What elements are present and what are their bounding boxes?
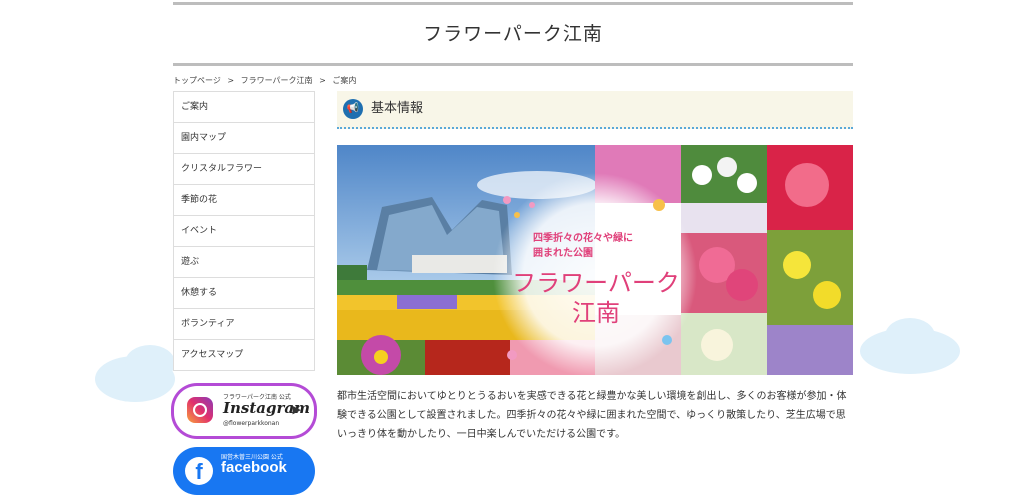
- sidebar-item-guide[interactable]: ご案内: [174, 92, 314, 123]
- sidebar-item-crystal-flower[interactable]: クリスタルフラワー: [174, 154, 314, 185]
- breadcrumb-item-current: ご案内: [332, 76, 357, 85]
- sidebar-item-events[interactable]: イベント: [174, 216, 314, 247]
- breadcrumb-separator: >: [227, 76, 235, 85]
- sidebar-item-park-map[interactable]: 園内マップ: [174, 123, 314, 154]
- hero-park-name-2: 江南: [572, 299, 620, 327]
- hero-tagline-2: 囲まれた公園: [533, 248, 593, 259]
- sidebar-item-play[interactable]: 遊ぶ: [174, 247, 314, 278]
- sidebar-item-seasonal-flowers[interactable]: 季節の花: [174, 185, 314, 216]
- sidebar-item-access-map[interactable]: アクセスマップ: [174, 340, 314, 370]
- instagram-icon: [187, 397, 213, 423]
- park-description: 都市生活空間においてゆとりとうるおいを実感できる花と緑豊かな美しい環境を創出し、…: [337, 391, 847, 440]
- breadcrumb-item-park[interactable]: フラワーパーク江南: [241, 76, 313, 85]
- sidebar-item-volunteer[interactable]: ボランティア: [174, 309, 314, 340]
- section-title: 基本情報: [371, 101, 424, 116]
- instagram-handle: @flowerparkkonan: [223, 420, 280, 427]
- facebook-banner[interactable]: f 国営木曽三川公園 公式 facebook: [173, 447, 315, 495]
- hero-collage: [337, 145, 853, 375]
- cloud-decoration-right-2: [885, 318, 935, 354]
- breadcrumb-separator: >: [319, 76, 326, 85]
- megaphone-icon: 📢: [343, 99, 363, 119]
- breadcrumb-item-top[interactable]: トップページ: [173, 76, 221, 85]
- sidebar-item-rest[interactable]: 休憩する: [174, 278, 314, 309]
- site-title[interactable]: フラワーパーク江南: [173, 5, 853, 63]
- breadcrumb: トップページ > フラワーパーク江南 > ご案内: [173, 75, 853, 87]
- chevron-right-icon: ▶: [292, 403, 301, 416]
- sidebar-nav: ご案内 園内マップ クリスタルフラワー 季節の花 イベント 遊ぶ 休憩する ボラ…: [173, 91, 315, 371]
- hero-image: 四季折々の花々や緑に 囲まれた公園 フラワーパーク 江南: [337, 145, 853, 375]
- main-content: 📢 基本情報 四季折々の花々や緑に 囲まれた公園 フラワーパーク 江南 都市生活…: [337, 91, 853, 444]
- cloud-decoration-left-2: [125, 345, 175, 381]
- facebook-brand: facebook: [221, 459, 287, 476]
- sidebar: ご案内 園内マップ クリスタルフラワー 季節の花 イベント 遊ぶ 休憩する ボラ…: [173, 91, 315, 495]
- hero-tagline-1: 四季折々の花々や緑に: [533, 233, 633, 244]
- facebook-icon: f: [185, 457, 213, 485]
- site-header: フラワーパーク江南: [173, 2, 853, 66]
- instagram-banner[interactable]: フラワーパーク江南 公式 Instagram @flowerparkkonan …: [173, 385, 315, 437]
- section-header: 📢 基本情報: [337, 91, 853, 129]
- page-wrapper: フラワーパーク江南 トップページ > フラワーパーク江南 > ご案内 ご案内 園…: [173, 0, 853, 495]
